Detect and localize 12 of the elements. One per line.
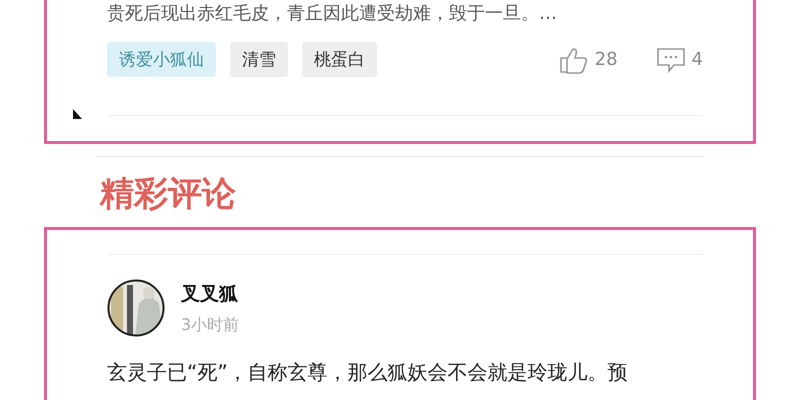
comment-author[interactable]: 叉叉狐	[181, 280, 240, 306]
post-excerpt: 贵死后现出赤红毛皮，青丘因此遭受劫难，毁于一旦。…	[107, 3, 558, 25]
comment-time: 3小时前	[181, 314, 240, 336]
tag[interactable]: 桃蛋白	[302, 42, 377, 77]
comment-count: 4	[692, 49, 703, 70]
section-title: 精彩评论	[98, 173, 237, 216]
cursor-icon	[73, 109, 82, 119]
tag[interactable]: 清雪	[230, 42, 288, 77]
comment-text: 玄灵子已“死”，自称玄尊，那么狐妖会不会就是玲珑儿。预	[107, 359, 629, 386]
like-count: 28	[594, 49, 618, 70]
thumbs-up-icon[interactable]	[558, 46, 589, 74]
comment-icon[interactable]	[656, 46, 686, 74]
